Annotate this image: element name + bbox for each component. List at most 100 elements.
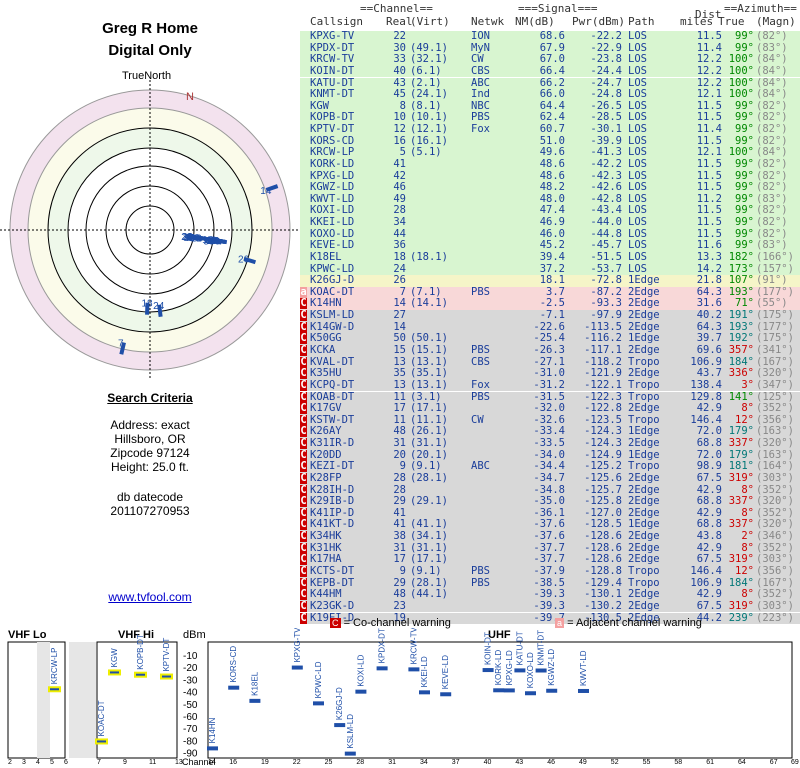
polar-plot: N 22303340434581012 165414246492834443618… — [0, 80, 300, 380]
spectrum-station-label: KPXG-LD — [505, 650, 514, 685]
spectrum-bar[interactable] — [535, 668, 547, 673]
spectrum-station-label: KOAC-DT — [97, 700, 106, 736]
cell-callsign: K17GV — [310, 402, 342, 415]
channel-tick: 11 — [149, 759, 156, 766]
channel-tick: 6 — [64, 759, 68, 766]
cell-virt: (29.1) — [410, 495, 448, 508]
spectrum-bar[interactable] — [355, 689, 367, 694]
spectrum-bar[interactable] — [108, 669, 121, 676]
cell-path: 2Edge — [628, 402, 660, 415]
cell-real: 38 — [393, 530, 406, 543]
spectrum-bar[interactable] — [578, 688, 589, 693]
spectrum-station-label: KGWZ-LD — [547, 649, 556, 686]
cell-az-magn: (223°) — [756, 611, 794, 624]
cell-az-magn: (352°) — [756, 402, 794, 415]
table-row[interactable]: K18EL 18 (18.1) 39.4 -51.5 LOS 13.3 182° (166°) — [300, 250, 800, 264]
db-datecode-label: db datecode — [116, 490, 184, 504]
spectrum-station-label: KPDX-DT — [378, 628, 387, 663]
cell-virt: (18.1) — [410, 250, 448, 263]
table-row[interactable]: C K23GK-D 23 -39.3 -130.2 2Edge 67.5 319° (303°) — [300, 599, 800, 613]
spectrum-bar[interactable] — [160, 673, 173, 680]
spectrum-bar[interactable] — [514, 668, 526, 673]
cell-callsign: KNMT-DT — [310, 88, 355, 101]
spectrum-bar[interactable] — [95, 738, 108, 745]
cell-nm-db: -39.3 — [533, 599, 565, 612]
table-row[interactable]: KOIN-DT 40 (6.1) CBS 66.4 -24.4 LOS 12.2 100° (84… — [300, 64, 800, 78]
cell-az-magn: (82°) — [756, 157, 788, 170]
spectrum-bar[interactable] — [48, 686, 61, 693]
co-channel-warning-marker: C — [300, 599, 307, 612]
spectrum-bar[interactable] — [134, 671, 147, 678]
cell-network: CBS — [471, 355, 490, 368]
co-channel-warning-marker: C — [300, 460, 307, 473]
dbm-label: dBm — [183, 629, 206, 641]
spectrum-bar[interactable] — [207, 746, 218, 751]
cell-az-true: 337° — [728, 437, 754, 450]
spectrum-station-label: KGW — [110, 648, 119, 668]
cell-callsign: KKEI-LD — [310, 216, 355, 229]
table-row[interactable]: C K31IR-D 31 (31.1) -33.5 -124.3 2Edge 68.8 337°… — [300, 437, 800, 450]
table-row[interactable]: KPTV-DT 12 (12.1) Fox 60.7 -30.1 LOS 11.4 99° (82… — [300, 123, 800, 136]
spectrum-bar[interactable] — [408, 667, 420, 672]
table-row[interactable]: C KCPQ-DT 13 (13.1) Fox -31.2 -122.1 Tropo 138.4… — [300, 379, 800, 392]
cell-az-magn: (320°) — [756, 437, 794, 450]
spectrum-bar[interactable] — [503, 688, 515, 693]
search-criteria-heading: Search Criteria — [107, 391, 193, 405]
table-row[interactable]: C KSLM-LD 27 -7.1 -97.9 2Edge 40.2 191° (175°) — [300, 309, 800, 322]
criteria-zip: Zipcode 97124 — [110, 446, 190, 460]
co-channel-warning-marker: C — [300, 367, 307, 380]
tvfool-link[interactable]: www.tvfool.com — [0, 590, 300, 604]
cell-miles: 42.9 — [696, 402, 722, 415]
spectrum-bar[interactable] — [249, 698, 261, 703]
table-row[interactable]: KNMT-DT 45 (24.1) Ind 66.0 -24.8 LOS 12.1 100° (8… — [300, 89, 800, 101]
cell-az-true: 357° — [728, 344, 754, 356]
cell-real: 18 — [393, 250, 406, 263]
spectrum-bar[interactable] — [482, 668, 494, 673]
spectrum-bar[interactable] — [228, 685, 240, 690]
spectrum-bar[interactable] — [313, 701, 324, 706]
criteria-address: Address: exact — [110, 418, 190, 432]
table-row[interactable]: KPXG-TV 22 ION 68.6 -22.2 LOS 11.5 99° (82°) — [300, 30, 800, 43]
channel-tick: 25 — [325, 759, 333, 766]
cell-real: 15 — [393, 344, 406, 356]
cell-virt: (34.1) — [410, 530, 448, 543]
channel-tick: 28 — [356, 759, 364, 766]
cell-az-true: 99° — [735, 30, 754, 42]
cell-callsign: K28FP — [310, 471, 342, 484]
spectrum-station-label: KORS-CD — [229, 646, 238, 683]
spectrum-station-label: KOXI-LD — [356, 654, 365, 686]
cell-network: Fox — [471, 123, 490, 136]
spectrum-bar[interactable] — [334, 723, 346, 728]
cell-pwr-dbm: -124.3 — [584, 437, 622, 450]
cell-real: 40 — [393, 64, 406, 77]
channel-tick: 34 — [420, 759, 428, 766]
spectrum-bar[interactable] — [546, 688, 558, 693]
spectrum-bar[interactable] — [291, 665, 303, 670]
table-row[interactable]: KKEI-LD 34 46.9 -44.0 LOS 11.5 99° (82°) — [300, 216, 800, 229]
table-row[interactable]: C KCKA 15 (15.1) PBS -26.3 -117.1 2Edge 69.6 357°… — [300, 344, 800, 357]
spectrum-station-label: KORK-LD — [494, 650, 503, 686]
cell-path: LOS — [628, 64, 647, 77]
cell-az-true: 12° — [735, 564, 754, 577]
polar-mark-label: 26 — [238, 255, 250, 266]
cell-path: LOS — [628, 123, 647, 136]
spectrum-bar[interactable] — [440, 692, 452, 697]
table-row[interactable]: C K28FP 28 (28.1) -34.7 -125.6 2Edge 67.5 319° (3… — [300, 471, 800, 485]
table-row[interactable]: KORK-LD 41 48.6 -42.2 LOS 11.5 99° (82°) — [300, 157, 800, 171]
cell-miles: 12.2 — [696, 64, 722, 77]
signal-group-header: ===Signal=== — [518, 2, 598, 15]
spectrum-bar[interactable] — [376, 666, 388, 671]
spectrum-bar[interactable] — [493, 688, 505, 693]
spectrum-bar[interactable] — [419, 690, 430, 695]
cell-miles: 11.5 — [696, 157, 722, 170]
table-row[interactable]: C K17GV 17 (17.1) -32.0 -122.8 2Edge 42.9 8° (352… — [300, 402, 800, 415]
cell-path: 2Edge — [628, 530, 660, 543]
spectrum-bar[interactable] — [344, 751, 356, 756]
dbm-tick: -50 — [183, 700, 198, 711]
cell-path: 2Edge — [628, 599, 660, 612]
co-channel-warning-marker: C — [300, 344, 307, 356]
table-row[interactable]: C KCTS-DT 9 (9.1) PBS -37.9 -128.8 Tropo 146.4 12… — [300, 564, 800, 578]
spectrum-bar[interactable] — [525, 691, 536, 696]
channel-tick: 19 — [261, 759, 269, 766]
table-row[interactable]: C K34HK 38 (34.1) -37.6 -128.6 2Edge 43.8 2° (346… — [300, 530, 800, 543]
